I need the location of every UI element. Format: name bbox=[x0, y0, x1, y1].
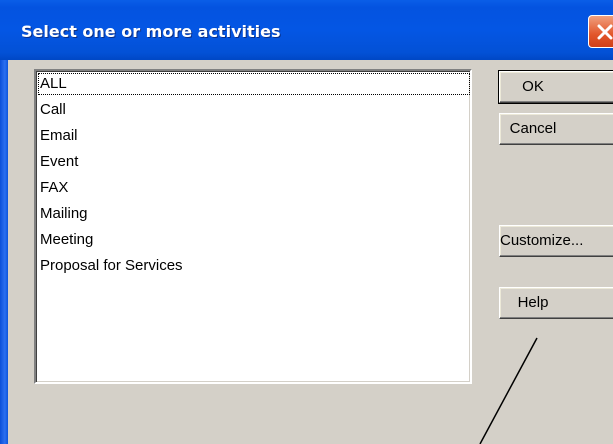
annotation-pointer-line bbox=[479, 337, 538, 444]
dialog-window: Select one or more activities ALL Call E… bbox=[0, 0, 613, 444]
